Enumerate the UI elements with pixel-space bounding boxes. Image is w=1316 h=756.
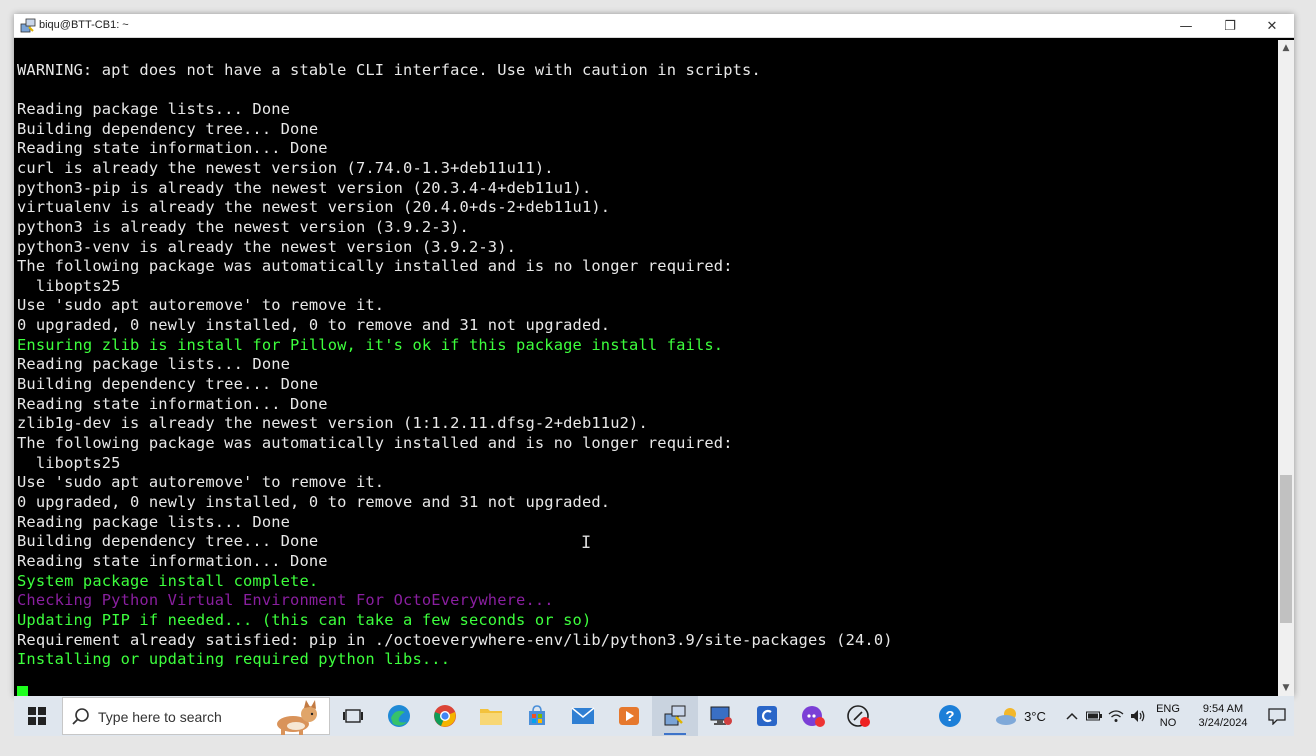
media-player-icon bbox=[619, 707, 639, 725]
search-highlight-dog-icon bbox=[277, 700, 317, 735]
terminal-line: libopts25 bbox=[17, 453, 121, 472]
task-view-button[interactable] bbox=[330, 696, 376, 736]
terminal-line: Requirement already satisfied: pip in ./… bbox=[17, 630, 893, 649]
terminal-line: The following package was automatically … bbox=[17, 434, 733, 452]
terminal-line: Reading state information... Done bbox=[17, 551, 328, 570]
search-placeholder: Type here to search bbox=[98, 709, 222, 725]
microsoft-store-button[interactable] bbox=[514, 696, 560, 736]
terminal-line: Use 'sudo apt autoremove' to remove it. bbox=[17, 473, 385, 492]
search-icon bbox=[72, 708, 89, 725]
weather-widget[interactable]: 3°C bbox=[990, 696, 1050, 736]
clock-date: 3/24/2024 bbox=[1198, 717, 1248, 729]
terminal-line: python3 is already the newest version (3… bbox=[17, 217, 469, 236]
media-player-button[interactable] bbox=[606, 696, 652, 736]
scroll-down-arrow-icon[interactable]: ▼ bbox=[1278, 680, 1294, 696]
title-bar[interactable]: biqu@BTT-CB1: ~ — ❐ ✕ bbox=[14, 14, 1294, 38]
notifications-button[interactable] bbox=[1260, 696, 1294, 736]
terminal-line: Building dependency tree... Done bbox=[17, 119, 319, 138]
language-code: ENG bbox=[1156, 703, 1180, 715]
terminal-line: Reading package lists... Done bbox=[17, 512, 291, 531]
terminal-line: The following package was automatically … bbox=[17, 257, 733, 276]
vertical-scrollbar[interactable]: ▲ ▼ bbox=[1278, 40, 1294, 696]
remote-desktop-button[interactable] bbox=[698, 696, 744, 736]
clock-time: 9:54 AM bbox=[1202, 703, 1244, 715]
help-icon: ? bbox=[939, 705, 961, 727]
terminal-line: zlib1g-dev is already the newest version… bbox=[17, 414, 648, 433]
window-title: biqu@BTT-CB1: ~ bbox=[39, 19, 129, 31]
notification-icon bbox=[1268, 708, 1286, 725]
terminal-line: virtualenv is already the newest version… bbox=[17, 198, 611, 217]
keyboard-layout: NO bbox=[1159, 717, 1177, 729]
minimize-button[interactable]: — bbox=[1164, 14, 1208, 38]
task-view-icon bbox=[343, 709, 363, 723]
show-hidden-icons-button[interactable] bbox=[1064, 696, 1080, 736]
battery-button[interactable] bbox=[1084, 696, 1104, 736]
chat-app-button[interactable] bbox=[790, 696, 836, 736]
terminal-line: curl is already the newest version (7.74… bbox=[17, 158, 554, 177]
c-app-icon bbox=[757, 706, 777, 726]
terminal-line: Ensuring zlib is install for Pillow, it'… bbox=[17, 335, 724, 354]
speaker-icon bbox=[1131, 710, 1145, 722]
scrollbar-thumb[interactable] bbox=[1280, 474, 1292, 623]
putty-app-icon bbox=[20, 18, 36, 33]
terminal-line: Reading package lists... Done bbox=[17, 355, 291, 374]
terminal-line: python3-venv is already the newest versi… bbox=[17, 237, 517, 256]
scroll-up-arrow-icon[interactable]: ▲ bbox=[1278, 40, 1294, 56]
cloud-weather-icon bbox=[996, 708, 1017, 725]
file-explorer-button[interactable] bbox=[468, 696, 514, 736]
terminal-line: Installing or updating required python l… bbox=[17, 650, 451, 669]
putty-icon bbox=[664, 705, 686, 726]
close-button[interactable]: ✕ bbox=[1250, 14, 1294, 38]
mail-button[interactable] bbox=[560, 696, 606, 736]
taskbar: Type here to search ? 3°C ENG NO 9:54 AM… bbox=[14, 696, 1294, 736]
mail-icon bbox=[571, 707, 595, 724]
terminal-line: System package install complete. bbox=[17, 571, 319, 590]
clock[interactable]: 9:54 AM 3/24/2024 bbox=[1188, 696, 1258, 736]
chrome-icon bbox=[434, 705, 456, 727]
record-app-button[interactable] bbox=[836, 696, 882, 736]
terminal-window: biqu@BTT-CB1: ~ — ❐ ✕ WARNING: apt does … bbox=[14, 14, 1294, 704]
wifi-button[interactable] bbox=[1106, 696, 1126, 736]
taskbar-search-box[interactable]: Type here to search bbox=[62, 697, 330, 735]
putty-taskbar-button[interactable] bbox=[652, 696, 698, 736]
minimize-icon: — bbox=[1179, 18, 1193, 34]
terminal-line: Checking Python Virtual Environment For … bbox=[17, 591, 554, 610]
chevron-up-icon bbox=[1066, 712, 1078, 720]
record-app-icon bbox=[847, 705, 870, 727]
volume-button[interactable] bbox=[1128, 696, 1148, 736]
terminal-line: Use 'sudo apt autoremove' to remove it. bbox=[17, 296, 385, 315]
chrome-button[interactable] bbox=[422, 696, 468, 736]
terminal-output[interactable]: WARNING: apt does not have a stable CLI … bbox=[17, 40, 1277, 694]
active-app-indicator bbox=[664, 733, 686, 735]
terminal-line: WARNING: apt does not have a stable CLI … bbox=[17, 60, 761, 79]
terminal-line: libopts25 bbox=[17, 276, 121, 295]
c-app-button[interactable] bbox=[744, 696, 790, 736]
temperature-label: 3°C bbox=[1024, 708, 1046, 724]
chat-app-icon bbox=[802, 706, 825, 727]
windows-logo-icon bbox=[28, 707, 46, 725]
terminal-line: Building dependency tree... Done bbox=[17, 532, 319, 551]
terminal-line: python3-pip is already the newest versio… bbox=[17, 178, 592, 197]
terminal-line: 0 upgraded, 0 newly installed, 0 to remo… bbox=[17, 316, 611, 335]
terminal-line: 0 upgraded, 0 newly installed, 0 to remo… bbox=[17, 492, 611, 511]
microsoft-store-icon bbox=[529, 705, 545, 725]
terminal-line: Reading package lists... Done bbox=[17, 99, 291, 118]
text-cursor-icon: I bbox=[581, 533, 592, 553]
close-icon: ✕ bbox=[1266, 18, 1278, 34]
edge-button[interactable] bbox=[376, 696, 422, 736]
terminal-line: Reading state information... Done bbox=[17, 139, 328, 158]
wifi-icon bbox=[1108, 710, 1124, 722]
remote-desktop-icon bbox=[710, 706, 732, 725]
language-indicator[interactable]: ENG NO bbox=[1152, 696, 1184, 736]
start-button[interactable] bbox=[14, 696, 60, 736]
edge-icon bbox=[388, 705, 410, 727]
terminal-line: Building dependency tree... Done bbox=[17, 375, 319, 394]
restore-button[interactable]: ❐ bbox=[1208, 14, 1252, 38]
help-button[interactable]: ? bbox=[932, 696, 968, 736]
file-explorer-icon bbox=[480, 709, 502, 725]
battery-icon bbox=[1086, 711, 1102, 721]
restore-icon: ❐ bbox=[1224, 18, 1236, 34]
terminal-line: Reading state information... Done bbox=[17, 394, 328, 413]
terminal-line: Updating PIP if needed... (this can take… bbox=[17, 610, 592, 629]
